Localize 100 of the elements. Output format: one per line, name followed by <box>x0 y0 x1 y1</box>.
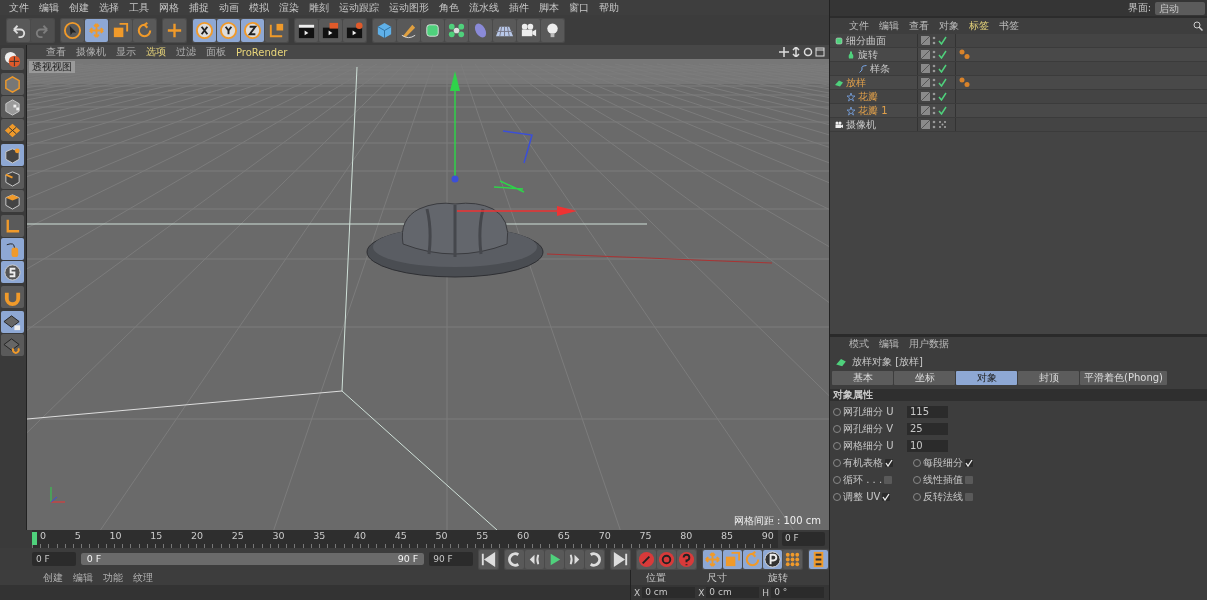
play-button[interactable] <box>545 549 564 569</box>
cluster-button[interactable] <box>445 18 468 42</box>
menu-item[interactable]: 编辑 <box>34 0 64 15</box>
layer-swatch-icon[interactable] <box>921 120 930 129</box>
visibility-dots-icon[interactable] <box>932 106 936 115</box>
auto-key-button[interactable] <box>657 549 676 569</box>
number-field[interactable]: 10 <box>907 440 948 452</box>
arrow-cursor-button[interactable] <box>61 18 84 42</box>
layer-swatch-icon[interactable] <box>921 36 930 45</box>
subdivision-cube-button[interactable] <box>421 18 444 42</box>
layer-swatch-icon[interactable] <box>921 64 930 73</box>
view-menu-item[interactable]: 面板 <box>201 45 231 59</box>
previous-key-button[interactable] <box>505 549 524 569</box>
skip-back-button[interactable] <box>479 549 498 569</box>
z-axis-button[interactable] <box>241 18 264 42</box>
menu-item[interactable]: 捕捉 <box>184 0 214 15</box>
end-frame-field[interactable]: 90 F <box>429 552 473 566</box>
tab[interactable]: 坐标 <box>894 371 955 385</box>
step-forward-button[interactable] <box>565 549 584 569</box>
object-name[interactable]: 放样 <box>846 76 866 89</box>
menu-item[interactable]: 模式 <box>844 337 874 351</box>
pen-button[interactable] <box>397 18 420 42</box>
checkbox[interactable] <box>965 493 973 501</box>
menu-item[interactable]: 插件 <box>504 0 534 15</box>
movie-camera-button[interactable] <box>517 18 540 42</box>
x-axis-button[interactable] <box>193 18 216 42</box>
checkbox[interactable] <box>885 459 893 467</box>
checkmark-icon[interactable] <box>938 36 947 45</box>
checkbox[interactable] <box>965 459 973 467</box>
light-bulb-button[interactable] <box>541 18 564 42</box>
menu-item[interactable]: 渲染 <box>274 0 304 15</box>
menu-item[interactable]: 工具 <box>124 0 154 15</box>
number-field[interactable]: 25 <box>907 423 948 435</box>
checkmark-icon[interactable] <box>938 64 947 73</box>
layer-swatch-icon[interactable] <box>921 78 930 87</box>
axis-button[interactable] <box>1 215 24 237</box>
mouse-button[interactable] <box>1 238 24 260</box>
floor-grid-button[interactable] <box>493 18 516 42</box>
rotate-button[interactable] <box>133 18 156 42</box>
checkbox[interactable] <box>882 493 891 501</box>
menu-item[interactable]: 帮助 <box>594 0 624 15</box>
visibility-dots-icon[interactable] <box>932 36 936 45</box>
tab[interactable]: 封顶 <box>1018 371 1079 385</box>
visibility-dots-icon[interactable] <box>932 64 936 73</box>
sphere-button[interactable] <box>1 48 24 70</box>
grid-cycle-button[interactable] <box>1 334 24 356</box>
menu-item[interactable]: 书签 <box>994 19 1024 33</box>
object-name[interactable]: 细分曲面 <box>846 34 886 47</box>
move-button[interactable] <box>85 18 108 42</box>
grid-lock-button[interactable] <box>1 311 24 333</box>
pan-icon[interactable] <box>779 47 789 57</box>
layout-dropdown[interactable]: 启动 <box>1155 1 1205 15</box>
checkmark-icon[interactable] <box>938 78 947 87</box>
material-menu-item[interactable]: 编辑 <box>68 570 98 585</box>
menu-item[interactable]: 编辑 <box>874 19 904 33</box>
bent-shape-button[interactable] <box>469 18 492 42</box>
menu-item[interactable]: 流水线 <box>464 0 504 15</box>
timeline-ruler[interactable]: 0 5 10 15 20 25 30 35 40 45 50 55 60 65 70 75 80 85 90 <box>32 530 778 548</box>
layer-swatch-icon[interactable] <box>921 50 930 59</box>
checkmark-icon[interactable] <box>938 92 947 101</box>
value-field[interactable]: 0 ° <box>771 587 825 598</box>
menu-item[interactable]: 文件 <box>844 19 874 33</box>
visibility-dots-icon[interactable] <box>932 92 936 101</box>
checkered-cube-button[interactable] <box>1 96 24 118</box>
menu-item[interactable]: 查看 <box>904 19 934 33</box>
object-name[interactable]: 样条 <box>870 62 890 75</box>
search-icon[interactable] <box>1193 21 1203 31</box>
menu-item[interactable]: 雕刻 <box>304 0 334 15</box>
menu-item[interactable]: 网格 <box>154 0 184 15</box>
tab[interactable]: 对象 <box>956 371 1017 385</box>
cube-face-button[interactable] <box>1 190 24 212</box>
material-menu-item[interactable]: 创建 <box>38 570 68 585</box>
visibility-dots-icon[interactable] <box>932 120 936 129</box>
tab[interactable]: 平滑着色(Phong) <box>1080 371 1167 385</box>
tag-icon[interactable] <box>959 77 971 88</box>
current-frame-field[interactable]: 0 F <box>782 532 825 546</box>
visibility-dots-icon[interactable] <box>932 50 936 59</box>
next-key-button[interactable] <box>585 549 604 569</box>
menu-item[interactable]: 脚本 <box>534 0 564 15</box>
cube-point-button[interactable] <box>1 144 24 166</box>
cube-button[interactable] <box>373 18 396 42</box>
view-menu-item[interactable]: 过滤 <box>171 45 201 59</box>
step-back-button[interactable] <box>525 549 544 569</box>
menu-item[interactable]: 文件 <box>4 0 34 15</box>
tag-icon[interactable] <box>959 49 971 60</box>
grid-button[interactable] <box>1 119 24 141</box>
value-field[interactable]: 0 cm <box>642 587 696 598</box>
scale-button[interactable] <box>723 549 742 569</box>
coordinate-axes-button[interactable] <box>265 18 288 42</box>
parameter-button[interactable] <box>763 549 782 569</box>
layer-swatch-icon[interactable] <box>921 106 930 115</box>
view-menu-item[interactable]: ProRender <box>231 46 293 58</box>
menu-item[interactable]: 角色 <box>434 0 464 15</box>
view-menu-item[interactable]: 查看 <box>41 45 71 59</box>
view-menu-item[interactable]: 显示 <box>111 45 141 59</box>
menu-item[interactable]: 标签 <box>964 19 994 33</box>
checkbox[interactable] <box>884 476 893 484</box>
dot-grid-button[interactable] <box>783 549 802 569</box>
cube-edge-button[interactable] <box>1 167 24 189</box>
frame-range-slider[interactable] <box>80 553 425 565</box>
